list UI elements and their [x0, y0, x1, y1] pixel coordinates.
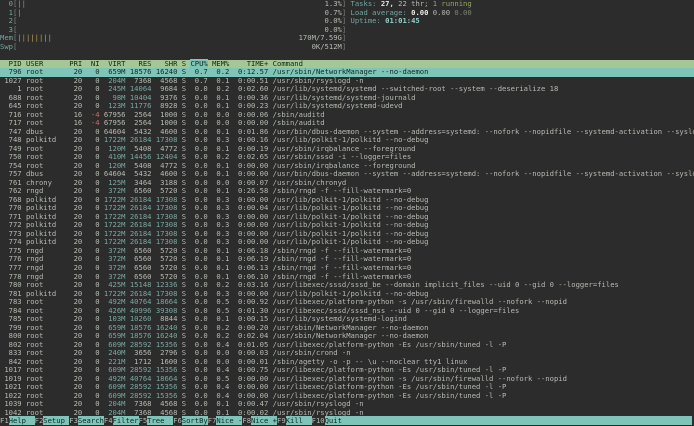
fkey-button-tree[interactable]: Tree [147, 416, 173, 425]
uptime-value: 01:01:45 [385, 16, 420, 25]
fkey-name-f1: F1 [0, 416, 9, 425]
fkey-name-f3: F3 [69, 416, 78, 425]
fkey-name-f5: F5 [139, 416, 148, 425]
fkey-button-kill[interactable]: Kill [286, 416, 312, 425]
swap-meter-row: Swp[ 0K/512M] [0, 43, 694, 52]
fkey-name-f10: F10 [312, 416, 325, 425]
fkey-button-sortby[interactable]: SortBy [182, 416, 208, 425]
fkey-button-nice[interactable]: Nice + [251, 416, 277, 425]
swp-meter-pad [346, 42, 350, 51]
fkey-button-setup[interactable]: Setup [43, 416, 69, 425]
fkey-button-help[interactable]: Help [9, 416, 35, 425]
fkey-button-filter[interactable]: Filter [113, 416, 139, 425]
fkey-name-f8: F8 [242, 416, 251, 425]
fkey-button-quit[interactable]: Quit [325, 416, 351, 425]
fkey-bar-fill [351, 416, 693, 425]
fkey-button-search[interactable]: Search [78, 416, 104, 425]
fkey-name-f6: F6 [173, 416, 182, 425]
swp-meter-value: 0K/512M [312, 42, 342, 51]
uptime-label: Uptime: [351, 16, 386, 25]
fkey-name-f2: F2 [35, 416, 44, 425]
swp-meter-gap [17, 42, 311, 51]
function-key-bar: F1Help F2Setup F3SearchF4FilterF5Tree F6… [0, 417, 694, 426]
fkey-name-f9: F9 [277, 416, 286, 425]
swp-meter-caption: Swp [0, 42, 13, 51]
htop-terminal: 0[|| 1.3%] Tasks: 27, 22 thr; 1 running … [0, 0, 694, 426]
fkey-name-f4: F4 [104, 416, 113, 425]
load-5min: 0.00 [433, 8, 455, 17]
load-15min: 0.00 [454, 8, 471, 17]
fkey-button-nice[interactable]: Nice - [216, 416, 242, 425]
